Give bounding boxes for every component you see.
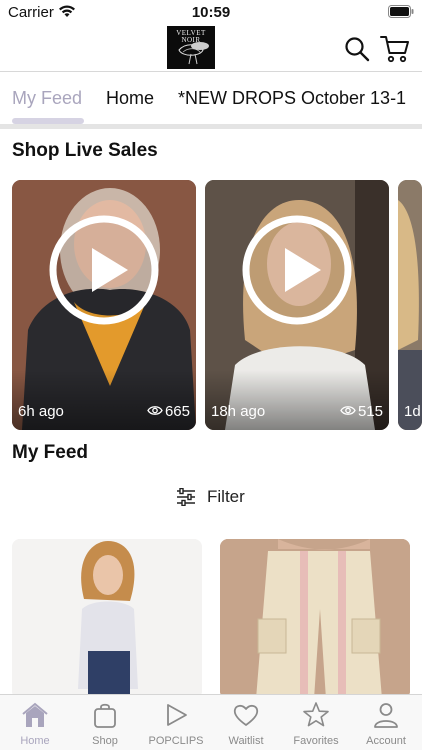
nav-favorites[interactable]: Favorites: [281, 695, 351, 750]
logo-text: VELVET NOIR: [167, 30, 215, 44]
product-card[interactable]: [12, 539, 202, 699]
nav-label: Waitlist: [228, 735, 264, 747]
play-icon[interactable]: [241, 214, 353, 326]
status-bar: Carrier 10:59: [0, 0, 422, 24]
nav-popclips[interactable]: POPCLIPS: [141, 695, 211, 750]
live-sale-card[interactable]: 18h ago 515: [205, 180, 389, 430]
live-views: 515: [340, 403, 383, 420]
live-sale-card[interactable]: 1d: [398, 180, 422, 430]
card-shade: [12, 370, 196, 430]
app-header: VELVET NOIR: [0, 24, 422, 72]
logo-line-2: NOIR: [181, 36, 201, 44]
top-tabs: My Feed Home *NEW DROPS October 13-1: [0, 72, 422, 124]
sliders-icon: [177, 488, 195, 506]
filter-label: Filter: [207, 487, 245, 506]
product-image: [220, 539, 410, 699]
person-icon: [374, 703, 398, 728]
nav-label: Account: [366, 735, 406, 747]
live-sale-card[interactable]: 6h ago 665: [12, 180, 196, 430]
eye-icon: [147, 406, 163, 415]
cart-icon[interactable]: [380, 34, 410, 64]
search-icon[interactable]: [344, 36, 370, 62]
live-sale-thumbnail: [398, 180, 422, 430]
nav-waitlist[interactable]: Waitlist: [211, 695, 281, 750]
star-icon: [303, 702, 329, 727]
tab-new-drops[interactable]: *NEW DROPS October 13-1: [178, 88, 406, 109]
product-card[interactable]: [220, 539, 410, 699]
live-views-count: 665: [164, 403, 190, 420]
card-shade: [205, 370, 389, 430]
brand-logo[interactable]: VELVET NOIR: [167, 26, 215, 69]
tabs-divider: [0, 124, 422, 129]
play-icon[interactable]: [48, 214, 160, 326]
nav-account[interactable]: Account: [351, 695, 421, 750]
live-time: 6h ago: [18, 403, 64, 420]
live-views: 665: [147, 403, 190, 420]
live-sales-title: Shop Live Sales: [12, 140, 158, 161]
product-image: [12, 539, 202, 699]
nav-shop[interactable]: Shop: [70, 695, 140, 750]
live-time: 18h ago: [211, 403, 266, 420]
tab-home[interactable]: Home: [106, 88, 154, 109]
nav-label: Favorites: [293, 735, 339, 747]
nav-home[interactable]: Home: [0, 695, 70, 750]
live-views-count: 515: [357, 403, 383, 420]
filter-button[interactable]: Filter: [176, 484, 276, 510]
bottom-tab-bar: Home Shop POPCLIPS Waitlist Favorites Ac…: [0, 694, 422, 750]
my-feed-title: My Feed: [12, 442, 89, 463]
eye-icon: [340, 406, 356, 415]
home-icon: [22, 702, 48, 727]
nav-label: Home: [20, 735, 50, 747]
status-time: 10:59: [191, 4, 231, 21]
bag-icon: [94, 703, 116, 728]
heart-icon: [233, 704, 259, 726]
live-time: 1d: [404, 403, 421, 420]
play-icon: [167, 704, 187, 726]
tab-my-feed[interactable]: My Feed: [12, 88, 82, 109]
nav-label: Shop: [92, 735, 118, 747]
nav-label: POPCLIPS: [148, 735, 204, 747]
battery-icon: [388, 5, 414, 18]
